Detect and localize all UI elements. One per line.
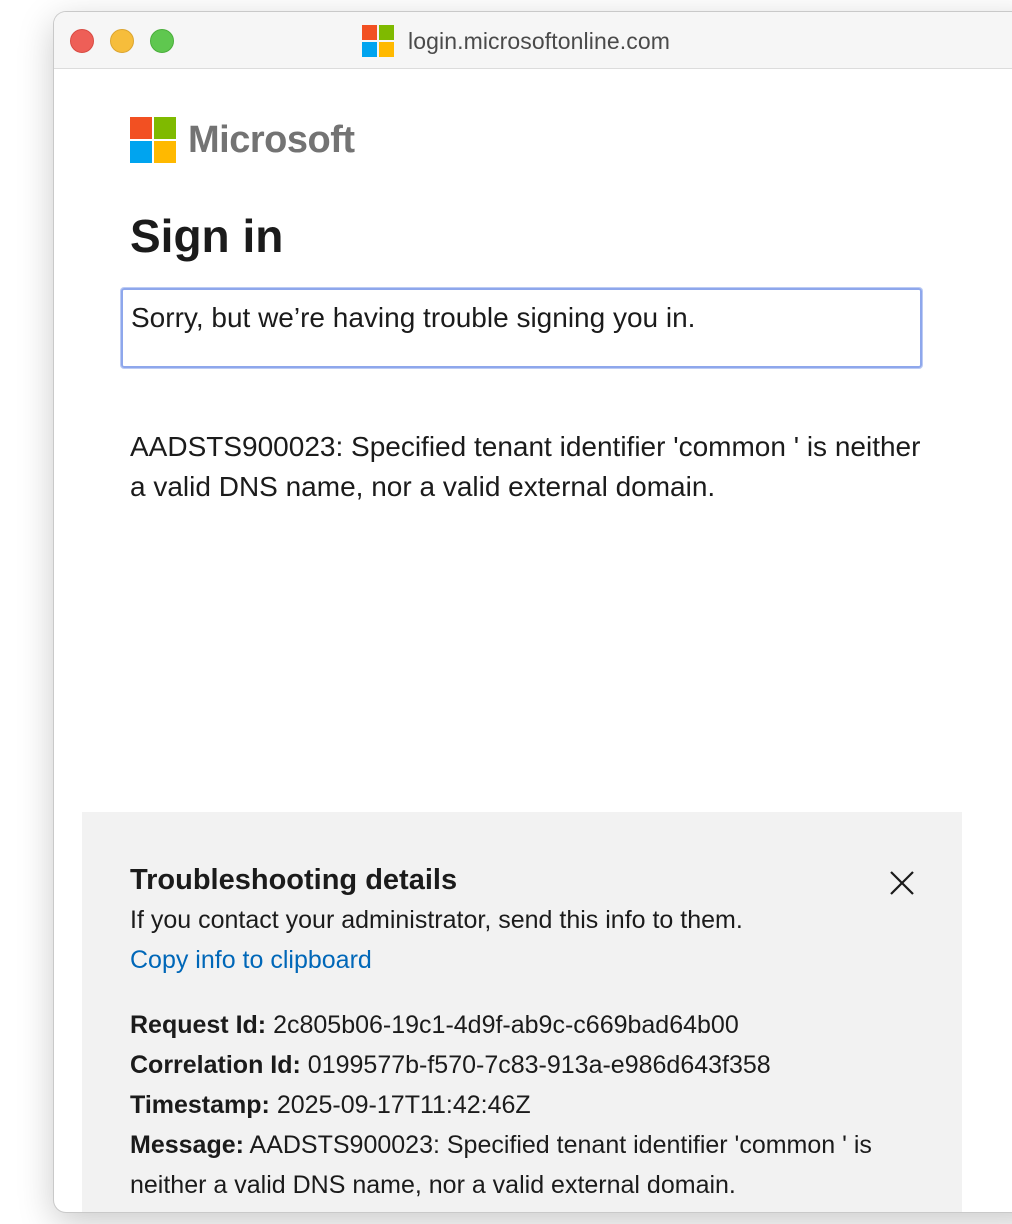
url-text: login.microsoftonline.com: [408, 27, 671, 54]
title-bar: login.microsoftonline.com: [54, 12, 1012, 69]
detail-value: 2025-09-17T11:42:46Z: [276, 1091, 531, 1119]
site-favicon-icon: [362, 25, 394, 57]
detail-key: Message:: [130, 1131, 244, 1159]
microsoft-logo-icon: [130, 117, 176, 163]
page-title: Sign in: [130, 210, 284, 262]
detail-row-message: Message: AADSTS900023: Specified tenant …: [130, 1125, 890, 1205]
copy-info-link[interactable]: Copy info to clipboard: [130, 946, 372, 975]
detail-key: Correlation Id:: [130, 1051, 301, 1079]
microsoft-logo: Microsoft: [130, 117, 355, 163]
close-window-button[interactable]: [70, 29, 94, 53]
troubleshooting-subtitle: If you contact your administrator, send …: [130, 906, 743, 934]
brand-name: Microsoft: [188, 118, 355, 161]
close-icon[interactable]: [888, 869, 916, 897]
detail-row-request-id: Request Id: 2c805b06-19c1-4d9f-ab9c-c669…: [130, 1005, 890, 1045]
minimize-window-button[interactable]: [110, 29, 134, 53]
troubleshooting-details: Request Id: 2c805b06-19c1-4d9f-ab9c-c669…: [130, 1005, 890, 1205]
detail-value: 0199577b-f570-7c83-913a-e986d643f358: [307, 1051, 771, 1079]
address-bar[interactable]: login.microsoftonline.com: [362, 25, 671, 57]
page-content: Microsoft Sign in Sorry, but we’re havin…: [54, 69, 1012, 1212]
troubleshooting-panel: Troubleshooting details If you contact y…: [82, 812, 962, 1212]
detail-value: 2c805b06-19c1-4d9f-ab9c-c669bad64b00: [273, 1011, 739, 1039]
error-message: AADSTS900023: Specified tenant identifie…: [130, 431, 921, 502]
error-banner: Sorry, but we’re having trouble signing …: [121, 288, 922, 368]
detail-key: Timestamp:: [130, 1091, 270, 1119]
detail-key: Request Id:: [130, 1011, 267, 1039]
troubleshooting-title: Troubleshooting details: [130, 864, 458, 896]
detail-row-timestamp: Timestamp: 2025-09-17T11:42:46Z: [130, 1085, 890, 1125]
browser-window: login.microsoftonline.com Microsoft Sign…: [54, 12, 1012, 1212]
detail-row-correlation-id: Correlation Id: 0199577b-f570-7c83-913a-…: [130, 1045, 890, 1085]
maximize-window-button[interactable]: [150, 29, 174, 53]
